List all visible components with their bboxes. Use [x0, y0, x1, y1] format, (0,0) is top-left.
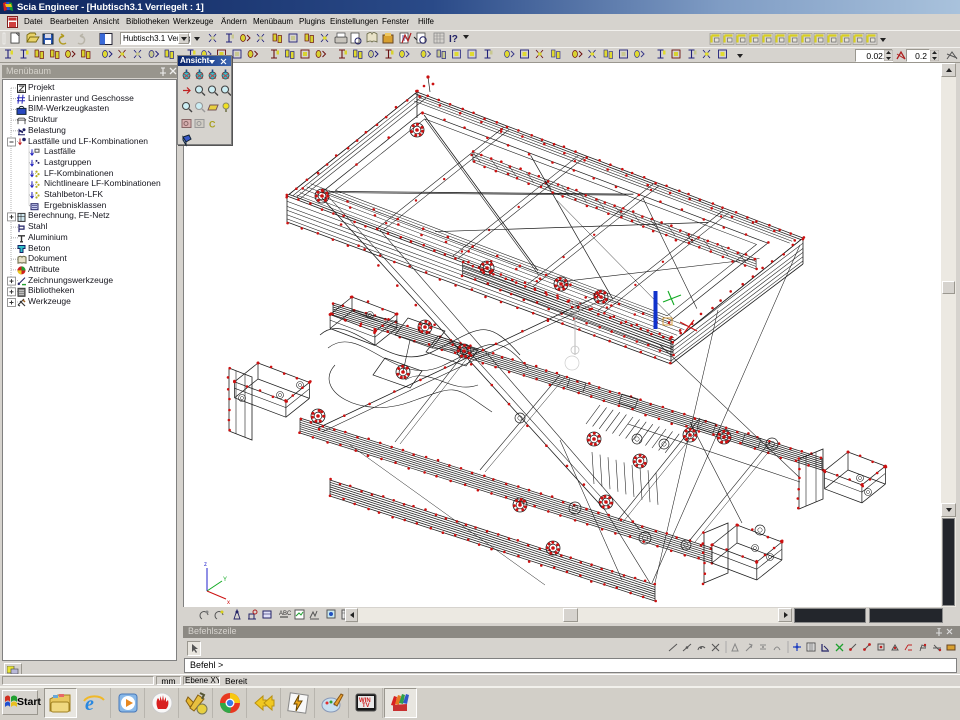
svg-text:x: x	[227, 600, 230, 606]
svg-text:Y: Y	[223, 577, 227, 583]
svg-text:I?: I?	[449, 34, 458, 45]
svg-text:C: C	[209, 120, 216, 130]
svg-text:ABC: ABC	[279, 611, 292, 617]
svg-text:TV: TV	[362, 703, 370, 709]
svg-text:z: z	[204, 562, 207, 568]
